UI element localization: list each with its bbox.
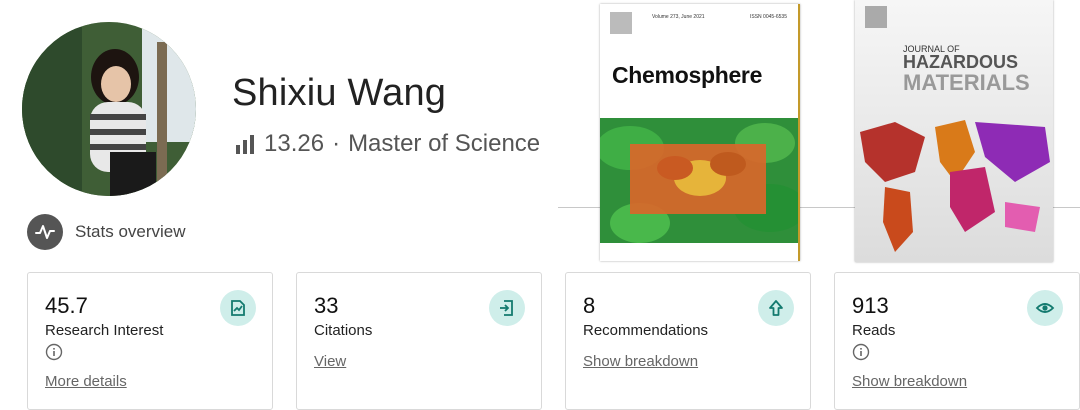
cover-journal-title: Chemosphere — [612, 62, 763, 88]
journal-cover-chemosphere[interactable]: Volume 273, June 2021 ISSN 0045-6535 Che… — [600, 4, 800, 261]
view-link[interactable]: View — [314, 353, 346, 370]
profile-name: Shixiu Wang — [232, 72, 447, 114]
citations-icon — [489, 290, 525, 326]
publisher-logo — [610, 12, 632, 34]
research-score: 13.26 — [264, 130, 325, 157]
citations-label: Citations — [314, 322, 373, 339]
profile-degree: Master of Science — [348, 130, 541, 157]
recommendations-label: Recommendations — [583, 322, 709, 339]
research-interest-value: 45.7 — [45, 293, 88, 318]
show-breakdown-link[interactable]: Show breakdown — [583, 353, 698, 370]
stats-overview-button[interactable]: Stats overview — [27, 214, 186, 250]
recommendations-value: 8 — [583, 293, 596, 318]
stat-card-reads: 913 Reads Show breakdown — [834, 272, 1080, 410]
stat-card-research-interest: 45.7 Research Interest More details — [27, 272, 273, 410]
more-details-link[interactable]: More details — [45, 373, 127, 390]
avatar — [22, 22, 196, 196]
profile-meta: 13.26 · Master of Science — [234, 130, 540, 158]
cover-leaves-image — [600, 118, 798, 243]
journal-cover-hazardous-materials[interactable]: JOURNAL OF HAZARDOUS MATERIALS — [855, 0, 1053, 262]
cover-header-text: Volume 273, June 2021 — [652, 14, 705, 20]
info-icon[interactable] — [45, 343, 63, 366]
recommendations-icon — [758, 290, 794, 326]
meta-separator: · — [332, 130, 341, 157]
stats-overview-label: Stats overview — [75, 222, 186, 241]
reads-label: Reads — [852, 322, 896, 339]
cover-world-map-image — [860, 120, 1050, 252]
activity-icon — [27, 214, 63, 250]
info-icon[interactable] — [852, 343, 870, 366]
cover-issn: ISSN 0045-6535 — [750, 14, 787, 20]
stat-card-recommendations: 8 Recommendations Show breakdown — [565, 272, 811, 410]
bar-chart-icon — [234, 134, 256, 154]
reads-value: 913 — [852, 293, 889, 318]
stat-card-citations: 33 Citations View — [296, 272, 542, 410]
reads-icon — [1027, 290, 1063, 326]
publisher-logo — [865, 6, 887, 28]
research-interest-icon — [220, 290, 256, 326]
cover-journal-line3: MATERIALS — [903, 70, 1030, 95]
citations-value: 33 — [314, 293, 339, 318]
research-interest-label: Research Interest — [45, 322, 164, 339]
show-breakdown-link[interactable]: Show breakdown — [852, 373, 967, 390]
